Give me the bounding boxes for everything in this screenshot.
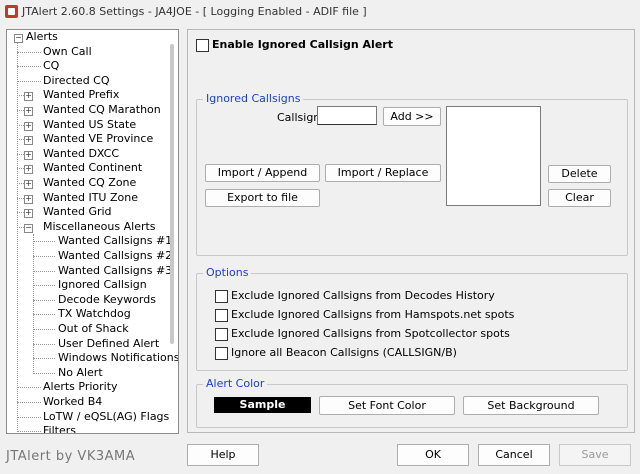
tree-item-label: Decode Keywords <box>58 292 156 306</box>
app-icon <box>5 5 18 18</box>
collapse-icon[interactable]: − <box>24 223 33 233</box>
tree-item-label: Windows Notifications <box>58 351 179 365</box>
expand-icon[interactable]: + <box>24 180 33 189</box>
option-label: Ignore all Beacon Callsigns (CALLSIGN/B) <box>231 346 457 359</box>
delete-button[interactable]: Delete <box>548 165 611 183</box>
export-button[interactable]: Export to file <box>205 189 320 207</box>
options-group: Options Exclude Ignored Callsigns from D… <box>196 266 628 371</box>
tree-item-label: Wanted Prefix <box>43 88 120 102</box>
settings-tree[interactable]: − Alerts Own Call CQ Directed CQ + Wanted Pr… <box>6 29 179 434</box>
brand-label: JTAlert by VK3AMA <box>6 449 136 464</box>
collapse-icon[interactable]: − <box>14 34 23 43</box>
expand-icon[interactable]: + <box>24 107 33 116</box>
tree-item-label: Ignored Callsign <box>58 278 147 292</box>
enable-checkbox[interactable] <box>196 39 209 52</box>
cancel-button[interactable]: Cancel <box>478 444 550 466</box>
tree-item-label: Miscellaneous Alerts <box>43 219 156 233</box>
callsign-label: Callsign <box>277 111 321 124</box>
ignored-callsigns-group: Ignored Callsigns Callsign Add >> Import… <box>196 92 628 256</box>
alert-color-group: Alert Color Sample Set Font Color Set Ba… <box>196 377 628 428</box>
tree-item-label: Alerts <box>26 30 58 43</box>
set-background-button[interactable]: Set Background <box>463 396 599 415</box>
group-title: Options <box>203 266 252 279</box>
help-button[interactable]: Help <box>187 444 259 466</box>
tree-item-label: Worked B4 <box>43 395 103 408</box>
group-title: Ignored Callsigns <box>203 92 304 105</box>
expand-icon[interactable]: + <box>24 136 33 146</box>
tree-item-label: Wanted VE Province <box>43 132 154 146</box>
tree-item-label: Wanted ITU Zone <box>43 190 138 204</box>
tree-item-label: Wanted DXCC <box>43 146 120 160</box>
tree-item-label: Alerts Priority <box>43 380 118 394</box>
expand-icon[interactable]: + <box>24 209 33 219</box>
import-append-button[interactable]: Import / Append <box>205 164 320 182</box>
tree-item-label: Own Call <box>43 44 92 58</box>
tree-item-label: Wanted Callsigns #3 <box>58 263 173 277</box>
tree-item-label: TX Watchdog <box>58 307 131 321</box>
tree-item-label: No Alert <box>58 365 103 379</box>
tree-item-label: Filters <box>43 424 76 434</box>
import-replace-button[interactable]: Import / Replace <box>325 164 441 182</box>
title-bar: JTAlert 2.60.8 Settings - JA4JOE - [ Log… <box>0 0 640 24</box>
tree-item-label: Directed CQ <box>43 73 110 87</box>
tree-item-label: LoTW / eQSL(AG) Flags <box>43 409 170 423</box>
tree-item-label: Out of Shack <box>58 322 129 335</box>
clear-button[interactable]: Clear <box>548 189 611 207</box>
tree-item-label: CQ <box>43 59 60 73</box>
tree-item-label: Wanted CQ Zone <box>43 176 137 189</box>
ignored-callsigns-list[interactable] <box>446 106 541 206</box>
tree-item-label: Wanted CQ Marathon <box>43 103 161 116</box>
option-label: Exclude Ignored Callsigns from Decodes H… <box>231 289 495 302</box>
add-button[interactable]: Add >> <box>383 107 441 126</box>
tree-item-label: Wanted Grid <box>43 205 112 219</box>
expand-icon[interactable]: + <box>24 121 33 131</box>
expand-icon[interactable]: + <box>24 92 33 102</box>
set-font-color-button[interactable]: Set Font Color <box>319 396 455 415</box>
enable-label: Enable Ignored Callsign Alert <box>212 38 393 51</box>
ok-button[interactable]: OK <box>397 444 469 466</box>
option-label: Exclude Ignored Callsigns from Hamspots.… <box>231 308 515 321</box>
option-checkbox[interactable] <box>215 309 228 322</box>
option-checkbox[interactable] <box>215 347 228 360</box>
color-sample: Sample <box>214 397 311 413</box>
tree-item-label: Wanted Continent <box>43 161 143 175</box>
option-checkbox[interactable] <box>215 290 228 303</box>
expand-icon[interactable]: + <box>24 165 33 175</box>
option-label: Exclude Ignored Callsigns from Spotcolle… <box>231 327 510 340</box>
tree-item-label: User Defined Alert <box>58 336 160 350</box>
option-checkbox[interactable] <box>215 328 228 341</box>
group-title: Alert Color <box>203 377 268 390</box>
window-title: JTAlert 2.60.8 Settings - JA4JOE - [ Log… <box>22 5 367 18</box>
expand-icon[interactable]: + <box>24 150 33 160</box>
tree-scrollbar[interactable] <box>170 44 174 344</box>
tree-item-label: Wanted Callsigns #2 <box>58 249 173 262</box>
save-button[interactable]: Save <box>559 444 631 466</box>
expand-icon[interactable]: + <box>24 194 33 204</box>
callsign-input[interactable] <box>317 106 377 125</box>
tree-item-label: Wanted US State <box>43 117 137 131</box>
tree-item-label: Wanted Callsigns #1 <box>58 234 173 248</box>
settings-panel: Enable Ignored Callsign Alert Ignored Ca… <box>187 29 635 433</box>
